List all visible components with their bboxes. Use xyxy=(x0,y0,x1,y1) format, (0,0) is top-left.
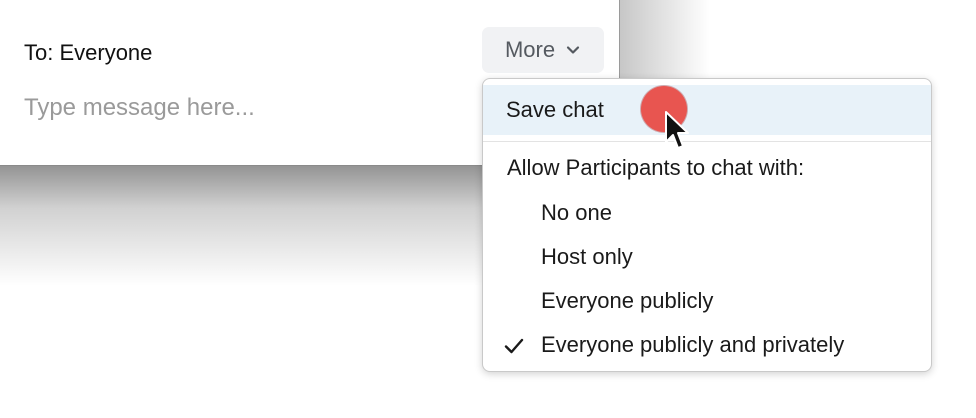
mouse-pointer-icon xyxy=(665,111,689,149)
menu-divider xyxy=(483,141,931,142)
message-input[interactable] xyxy=(24,88,464,128)
chat-option-no-one[interactable]: No one xyxy=(483,193,931,233)
save-chat-menu-item[interactable]: Save chat xyxy=(483,85,931,135)
option-label: Host only xyxy=(541,244,633,269)
option-label: Everyone publicly xyxy=(541,288,714,313)
option-label: No one xyxy=(541,200,612,225)
option-label: Everyone publicly and privately xyxy=(541,332,845,357)
checkmark-icon xyxy=(504,338,524,354)
allow-participants-label: Allow Participants to chat with: xyxy=(507,155,805,180)
chat-option-everyone-publicly[interactable]: Everyone publicly xyxy=(483,281,931,321)
more-button[interactable]: More xyxy=(482,27,604,73)
chevron-down-icon xyxy=(566,46,580,54)
recipient-label[interactable]: To: Everyone xyxy=(24,40,152,66)
more-button-label: More xyxy=(504,37,556,62)
chat-option-everyone-publicly-and-privately[interactable]: Everyone publicly and privately xyxy=(483,325,931,365)
chat-option-host-only[interactable]: Host only xyxy=(483,237,931,277)
more-dropdown-menu: Save chat Allow Participants to chat wit… xyxy=(482,78,932,372)
